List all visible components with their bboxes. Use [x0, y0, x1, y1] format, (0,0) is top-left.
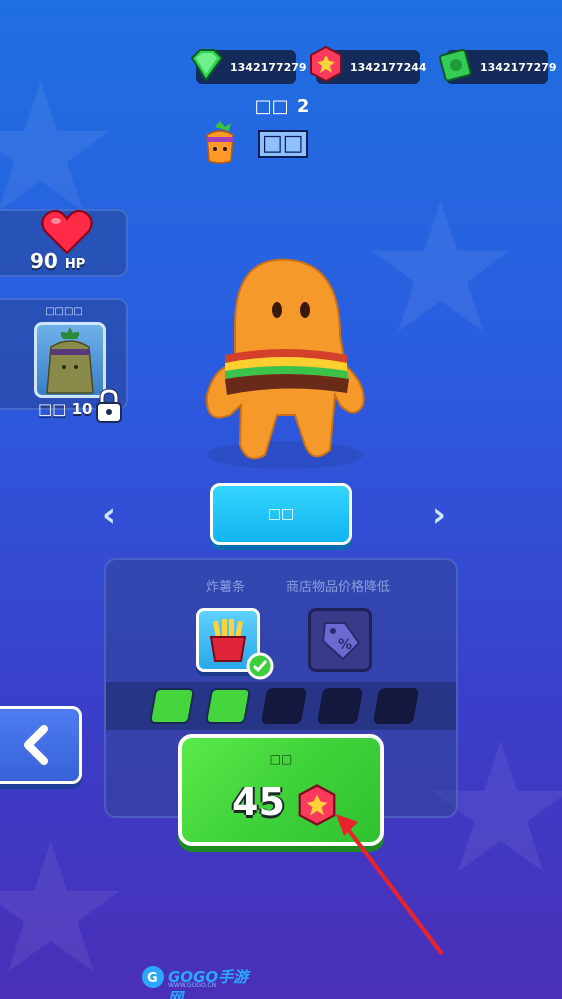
skill-title: □□□□: [45, 306, 83, 317]
skill-icon-box[interactable]: [34, 322, 106, 398]
next-character-arrow[interactable]: ›: [432, 495, 446, 535]
gem-counter[interactable]: 1342177279: [190, 49, 307, 84]
background-star: ★: [360, 165, 522, 374]
item-name-label: 炸薯条: [206, 580, 246, 595]
watermark-logo-icon: G: [142, 966, 164, 988]
progress-pip-filled: [204, 688, 252, 724]
skill-level-number: 10: [71, 400, 93, 418]
item-effect-label: 商店物品价格降低: [286, 580, 391, 595]
level-label: □□: [254, 96, 289, 117]
progress-pip-filled: [148, 688, 196, 724]
slots-glyph: □□: [258, 130, 308, 158]
hp-number: 90: [30, 249, 58, 273]
cash-icon: [439, 48, 472, 82]
discount-item-slot[interactable]: %: [308, 608, 372, 672]
svg-text:G: G: [147, 971, 158, 986]
hp-value: 90 HP: [30, 249, 85, 273]
progress-pip-empty: [260, 688, 308, 724]
select-button[interactable]: □□: [210, 483, 352, 545]
carrot-companion-icon: [206, 121, 234, 164]
progress-pip-empty: [316, 688, 364, 724]
cash-count: 1342177279: [480, 60, 557, 74]
prev-character-arrow[interactable]: ‹: [102, 495, 116, 535]
progress-pip-empty: [372, 688, 420, 724]
sprout-character-icon: [46, 327, 94, 394]
skill-level-label: □□: [38, 400, 67, 418]
level-number: 2: [296, 96, 310, 117]
star-token-icon: [310, 45, 342, 83]
character-level: □□ 2: [0, 96, 562, 117]
chevron-left-icon: [24, 725, 48, 765]
price-tag-icon: %: [321, 622, 361, 661]
svg-text:%: %: [338, 637, 352, 653]
lock-icon: [96, 388, 122, 423]
hp-panel: 90 HP: [0, 209, 128, 277]
watermark: G GOGO手游网 WWW.GOGO.CN: [140, 962, 260, 999]
gem-count: 1342177279: [230, 60, 307, 74]
skill-level: □□ 10: [38, 400, 92, 418]
burger-character: [205, 258, 365, 469]
hp-unit: HP: [64, 257, 86, 272]
heart-icon: [41, 209, 93, 255]
background-star: ★: [0, 805, 132, 999]
star-count: 1342177244: [350, 60, 427, 74]
star-counter[interactable]: 1342177244: [310, 45, 427, 84]
buy-label: □□: [269, 752, 293, 766]
annotation-arrow: [336, 814, 444, 956]
gem-icon: [190, 49, 224, 82]
back-button[interactable]: [0, 706, 82, 784]
skill-panel[interactable]: □□□□ □□ 10: [0, 298, 128, 423]
buy-price: 45: [232, 780, 285, 824]
cash-counter[interactable]: 1342177279: [439, 48, 557, 84]
check-icon: [246, 652, 274, 680]
watermark-url: WWW.GOGO.CN: [168, 982, 217, 989]
